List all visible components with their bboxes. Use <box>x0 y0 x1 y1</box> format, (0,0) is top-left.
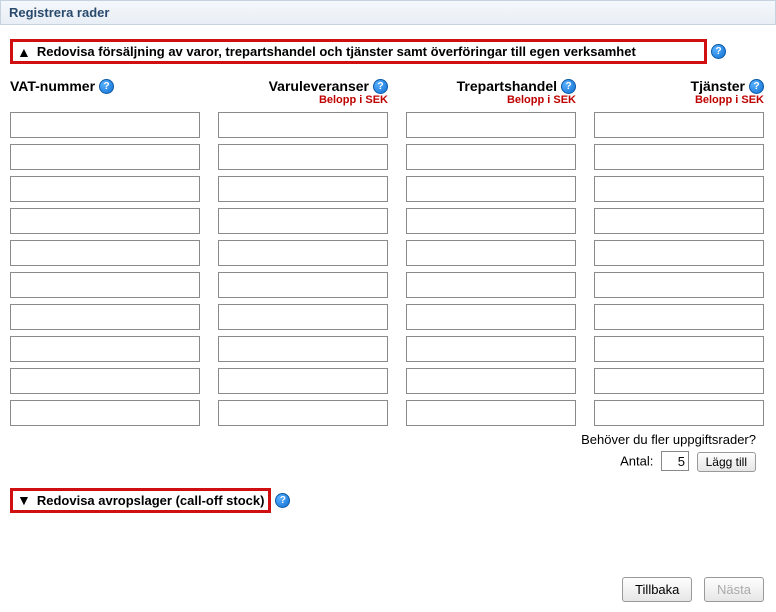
panel-title: Registrera rader <box>9 5 109 20</box>
section-sales-toggle[interactable]: ▲ Redovisa försäljning av varor, trepart… <box>10 39 707 64</box>
varu-input[interactable] <box>218 400 388 426</box>
content-area: ▲ Redovisa försäljning av varor, trepart… <box>0 25 776 527</box>
treparts-input[interactable] <box>406 208 576 234</box>
table-row <box>10 240 766 266</box>
tjanster-input[interactable] <box>594 336 764 362</box>
col-label-tjanster: Tjänster <box>691 78 745 94</box>
varu-input[interactable] <box>218 208 388 234</box>
table-row <box>10 144 766 170</box>
varu-input[interactable] <box>218 240 388 266</box>
col-sub-treparts: Belopp i SEK <box>507 94 576 106</box>
table-row <box>10 336 766 362</box>
section-calloff-toggle[interactable]: ▼ Redovisa avropslager (call-off stock) <box>10 488 271 513</box>
table-row <box>10 112 766 138</box>
col-label-treparts: Trepartshandel <box>457 78 557 94</box>
varu-input[interactable] <box>218 272 388 298</box>
chevron-up-icon: ▲ <box>17 45 31 59</box>
vat-input[interactable] <box>10 176 200 202</box>
treparts-input[interactable] <box>406 304 576 330</box>
treparts-input[interactable] <box>406 368 576 394</box>
treparts-input[interactable] <box>406 176 576 202</box>
help-icon[interactable]: ? <box>711 44 726 59</box>
back-button[interactable]: Tillbaka <box>622 577 692 602</box>
vat-input[interactable] <box>10 336 200 362</box>
vat-input[interactable] <box>10 208 200 234</box>
vat-input[interactable] <box>10 240 200 266</box>
treparts-input[interactable] <box>406 400 576 426</box>
col-sub-tjanster: Belopp i SEK <box>695 94 764 106</box>
tjanster-input[interactable] <box>594 208 764 234</box>
table-row <box>10 272 766 298</box>
vat-input[interactable] <box>10 144 200 170</box>
help-icon[interactable]: ? <box>275 493 290 508</box>
col-sub-varu: Belopp i SEK <box>319 94 388 106</box>
tjanster-input[interactable] <box>594 176 764 202</box>
table-row <box>10 400 766 426</box>
vat-input[interactable] <box>10 304 200 330</box>
table-row <box>10 208 766 234</box>
tjanster-input[interactable] <box>594 368 764 394</box>
col-label-varu: Varuleveranser <box>269 78 369 94</box>
tjanster-input[interactable] <box>594 240 764 266</box>
next-button[interactable]: Nästa <box>704 577 764 602</box>
varu-input[interactable] <box>218 336 388 362</box>
varu-input[interactable] <box>218 304 388 330</box>
add-rows-prompt: Behöver du fler uppgiftsrader? <box>10 432 756 447</box>
varu-input[interactable] <box>218 112 388 138</box>
help-icon[interactable]: ? <box>99 79 114 94</box>
table-row <box>10 368 766 394</box>
antal-input[interactable] <box>661 451 689 471</box>
treparts-input[interactable] <box>406 112 576 138</box>
varu-input[interactable] <box>218 368 388 394</box>
col-head-treparts: Trepartshandel ? Belopp i SEK <box>406 78 576 106</box>
varu-input[interactable] <box>218 176 388 202</box>
col-head-vat: VAT-nummer ? <box>10 78 200 106</box>
vat-input[interactable] <box>10 368 200 394</box>
column-headers: VAT-nummer ? Varuleveranser ? Belopp i S… <box>10 78 766 106</box>
vat-input[interactable] <box>10 272 200 298</box>
treparts-input[interactable] <box>406 336 576 362</box>
chevron-down-icon: ▼ <box>17 493 31 507</box>
vat-input[interactable] <box>10 112 200 138</box>
table-row <box>10 304 766 330</box>
tjanster-input[interactable] <box>594 304 764 330</box>
panel-header: Registrera rader <box>0 0 776 25</box>
add-rows-button[interactable]: Lägg till <box>697 452 756 472</box>
treparts-input[interactable] <box>406 272 576 298</box>
tjanster-input[interactable] <box>594 112 764 138</box>
table-row <box>10 176 766 202</box>
antal-label: Antal: <box>620 454 653 469</box>
help-icon[interactable]: ? <box>561 79 576 94</box>
col-head-tjanster: Tjänster ? Belopp i SEK <box>594 78 764 106</box>
col-head-varu: Varuleveranser ? Belopp i SEK <box>218 78 388 106</box>
rows-container <box>10 112 766 426</box>
treparts-input[interactable] <box>406 240 576 266</box>
treparts-input[interactable] <box>406 144 576 170</box>
footer-buttons: Tillbaka Nästa <box>0 567 776 612</box>
varu-input[interactable] <box>218 144 388 170</box>
help-icon[interactable]: ? <box>373 79 388 94</box>
section-sales-label: Redovisa försäljning av varor, trepartsh… <box>37 44 636 59</box>
columns-wrap: VAT-nummer ? Varuleveranser ? Belopp i S… <box>10 78 766 472</box>
vat-input[interactable] <box>10 400 200 426</box>
tjanster-input[interactable] <box>594 272 764 298</box>
add-rows-block: Behöver du fler uppgiftsrader? Antal: Lä… <box>10 432 766 472</box>
col-label-vat: VAT-nummer <box>10 78 95 94</box>
help-icon[interactable]: ? <box>749 79 764 94</box>
tjanster-input[interactable] <box>594 144 764 170</box>
tjanster-input[interactable] <box>594 400 764 426</box>
section-calloff-label: Redovisa avropslager (call-off stock) <box>37 493 265 508</box>
